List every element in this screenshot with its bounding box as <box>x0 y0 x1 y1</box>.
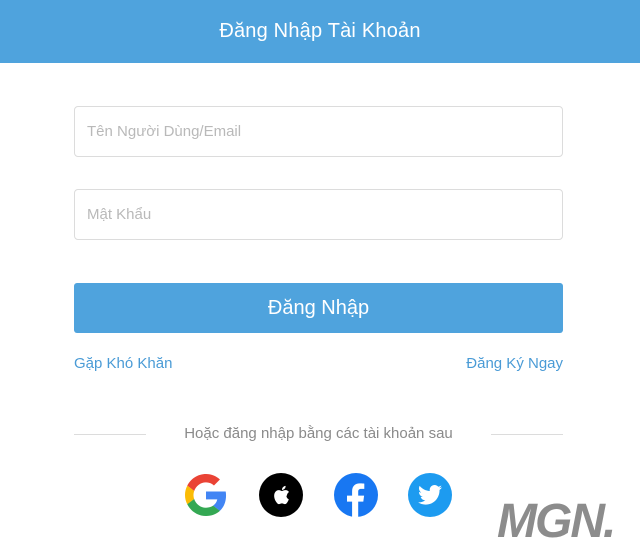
login-header: Đăng Nhập Tài Khoản <box>0 0 640 63</box>
username-input[interactable] <box>74 106 563 157</box>
twitter-icon <box>418 485 442 505</box>
twitter-login-button[interactable] <box>408 473 452 517</box>
social-login-label: Hoặc đăng nhập bằng các tài khoản sau <box>184 425 453 442</box>
login-button[interactable]: Đăng Nhập <box>74 283 563 333</box>
register-link[interactable]: Đăng Ký Ngay <box>466 355 563 372</box>
mgn-watermark-logo: MGN. <box>497 495 629 548</box>
google-login-button[interactable] <box>184 473 228 517</box>
password-input[interactable] <box>74 189 563 240</box>
divider-line-left <box>74 434 146 435</box>
apple-login-button[interactable] <box>259 473 303 517</box>
page-title: Đăng Nhập Tài Khoản <box>219 20 421 42</box>
facebook-login-button[interactable] <box>334 473 378 517</box>
facebook-icon <box>347 483 365 517</box>
apple-icon <box>274 485 289 505</box>
google-icon <box>185 474 227 516</box>
help-link[interactable]: Gặp Khó Khăn <box>74 355 172 372</box>
watermark-text: MGN. <box>497 495 616 548</box>
divider-line-right <box>491 434 563 435</box>
